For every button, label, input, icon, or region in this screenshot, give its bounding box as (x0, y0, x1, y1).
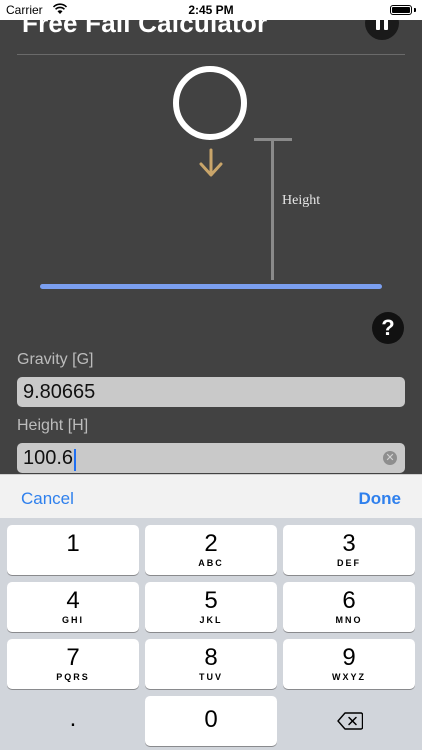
key-digit: 2 (204, 530, 218, 557)
key-letters: WXYZ (332, 672, 366, 682)
key-digit: 6 (342, 587, 356, 614)
status-bar: Carrier 2:45 PM (0, 0, 422, 20)
key-letters: PQRS (56, 672, 90, 682)
key-5[interactable]: 5 JKL (145, 582, 277, 632)
key-1[interactable]: 1 (7, 525, 139, 575)
key-digit: . (69, 705, 77, 732)
key-7[interactable]: 7 PQRS (7, 639, 139, 689)
key-9[interactable]: 9 WXYZ (283, 639, 415, 689)
key-letters: DEF (337, 558, 361, 568)
backspace-key[interactable] (283, 696, 415, 746)
key-digit: 9 (342, 644, 356, 671)
key-digit: 4 (66, 587, 80, 614)
key-4[interactable]: 4 GHI (7, 582, 139, 632)
battery-tip (414, 8, 416, 12)
key-digit: 3 (342, 530, 356, 557)
key-letters: JKL (199, 615, 223, 625)
key-decimal[interactable]: . (7, 696, 139, 746)
height-value: 100.6 (23, 447, 74, 469)
height-input[interactable]: 100.6 ✕ (17, 443, 405, 473)
key-letters: TUV (199, 672, 223, 682)
help-button[interactable]: ? (372, 312, 404, 344)
backspace-icon (337, 712, 363, 730)
help-icon: ? (381, 315, 395, 340)
gravity-input[interactable]: 9.80665 (17, 377, 405, 407)
key-digit: 0 (204, 706, 218, 733)
cancel-button[interactable]: Cancel (21, 489, 74, 509)
key-letters: ABC (198, 558, 224, 568)
key-2[interactable]: 2 ABC (145, 525, 277, 575)
clock: 2:45 PM (188, 3, 234, 17)
height-field-label: Height [H] (17, 417, 89, 434)
clear-icon[interactable]: ✕ (383, 451, 397, 465)
ground-line (40, 284, 382, 289)
keyboard-toolbar: Cancel Done (0, 474, 422, 519)
gravity-label: Gravity [G] (17, 351, 94, 368)
numeric-keypad: 1 2 ABC 3 DEF 4 GHI 5 JKL 6 MNO 7 PQRS 8… (0, 518, 422, 750)
key-0[interactable]: 0 (145, 696, 277, 746)
height-label: Height (282, 193, 321, 208)
key-digit: 5 (204, 587, 218, 614)
done-button[interactable]: Done (359, 489, 402, 509)
falling-ball (173, 66, 247, 140)
text-caret (74, 448, 77, 471)
height-line (271, 140, 274, 280)
key-3[interactable]: 3 DEF (283, 525, 415, 575)
key-digit: 8 (204, 644, 218, 671)
key-6[interactable]: 6 MNO (283, 582, 415, 632)
key-digit: 1 (66, 530, 80, 557)
key-letters: GHI (61, 615, 84, 625)
key-8[interactable]: 8 TUV (145, 639, 277, 689)
title-divider (17, 54, 405, 55)
battery-icon (390, 5, 412, 15)
key-digit: 7 (66, 644, 80, 671)
gravity-value: 9.80665 (23, 381, 96, 403)
key-letters: MNO (335, 615, 363, 625)
down-arrow-icon (199, 148, 223, 177)
